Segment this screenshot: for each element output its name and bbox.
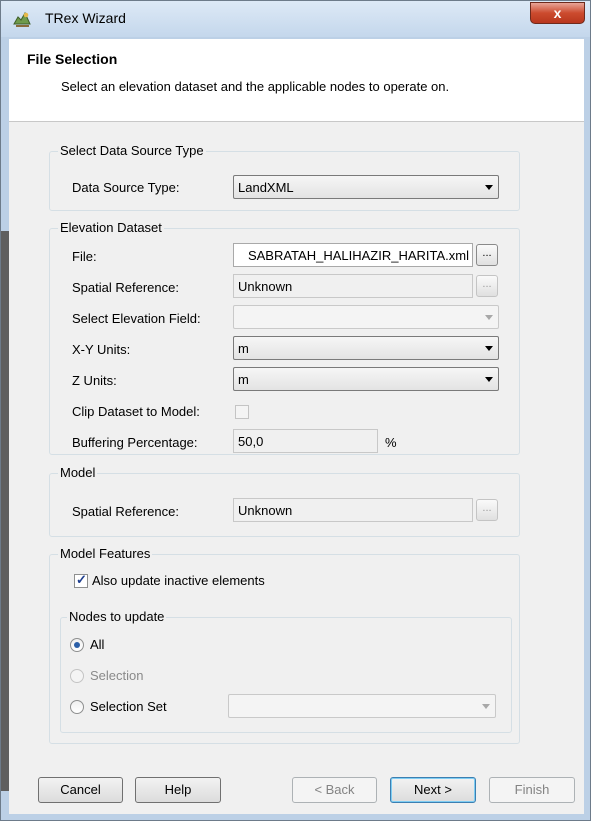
back-button: < Back xyxy=(292,777,377,803)
page-title: File Selection xyxy=(27,51,118,67)
buffering-percentage-label: Buffering Percentage: xyxy=(72,435,198,450)
z-units-dropdown[interactable]: m xyxy=(233,367,499,391)
chevron-down-icon xyxy=(482,704,490,709)
xy-units-dropdown[interactable]: m xyxy=(233,336,499,360)
percent-unit-label: % xyxy=(385,435,397,450)
help-button[interactable]: Help xyxy=(135,777,221,803)
elevation-field-dropdown xyxy=(233,305,499,329)
z-units-value: m xyxy=(238,372,249,387)
elevation-field-label: Select Elevation Field: xyxy=(72,311,201,326)
radio-selection xyxy=(70,669,84,683)
xy-units-label: X-Y Units: xyxy=(72,342,131,357)
data-source-type-label: Data Source Type: xyxy=(72,180,180,195)
clip-dataset-label: Clip Dataset to Model: xyxy=(72,404,200,419)
spatial-reference-label: Spatial Reference: xyxy=(72,280,179,295)
chevron-down-icon xyxy=(485,315,493,320)
file-browse-button[interactable]: ... xyxy=(476,244,498,266)
data-source-type-value: LandXML xyxy=(238,180,294,195)
close-icon: x xyxy=(553,5,562,21)
radio-selection-set-label: Selection Set xyxy=(90,699,167,714)
model-group-title: Model xyxy=(58,465,98,480)
chevron-down-icon xyxy=(485,185,493,190)
z-units-label: Z Units: xyxy=(72,373,117,388)
selection-set-dropdown xyxy=(228,694,496,718)
wizard-header: File Selection Select an elevation datas… xyxy=(9,39,584,122)
inactive-elements-label: Also update inactive elements xyxy=(92,573,265,588)
data-source-type-dropdown[interactable]: LandXML xyxy=(233,175,499,199)
chevron-down-icon xyxy=(485,377,493,382)
window-edge-shadow xyxy=(1,231,9,791)
buffering-percentage-field[interactable]: 50,0 xyxy=(233,429,378,453)
close-button[interactable]: x xyxy=(530,2,585,24)
window-title: TRex Wizard xyxy=(45,10,126,26)
model-features-group-title: Model Features xyxy=(58,546,153,561)
spatial-reference-field: Unknown xyxy=(233,274,473,298)
file-label: File: xyxy=(72,249,97,264)
spatial-reference-value: Unknown xyxy=(238,279,293,294)
dialog-client-area: File Selection Select an elevation datas… xyxy=(9,39,584,814)
cancel-button[interactable]: Cancel xyxy=(38,777,123,803)
elevation-dataset-group-title: Elevation Dataset xyxy=(58,220,164,235)
spatial-reference-browse-button: ... xyxy=(476,275,498,297)
chevron-down-icon xyxy=(485,346,493,351)
xy-units-value: m xyxy=(238,341,249,356)
model-spatial-reference-field: Unknown xyxy=(233,498,473,522)
finish-button: Finish xyxy=(489,777,575,803)
model-spatial-reference-label: Spatial Reference: xyxy=(72,504,179,519)
model-spatial-reference-browse-button: ... xyxy=(476,499,498,521)
file-value: SABRATAH_HALIHAZIR_HARITA.xml xyxy=(247,248,469,263)
title-bar: TRex Wizard x xyxy=(1,1,590,37)
source-type-group-title: Select Data Source Type xyxy=(58,143,206,158)
page-subtitle: Select an elevation dataset and the appl… xyxy=(61,79,450,94)
radio-selection-set[interactable] xyxy=(70,700,84,714)
clip-dataset-checkbox[interactable] xyxy=(235,405,249,419)
model-spatial-reference-value: Unknown xyxy=(238,503,293,518)
radio-all-label: All xyxy=(90,637,105,652)
radio-all[interactable] xyxy=(70,638,84,652)
next-button[interactable]: Next > xyxy=(390,777,476,803)
file-field[interactable]: SABRATAH_HALIHAZIR_HARITA.xml xyxy=(233,243,473,267)
nodes-to-update-group-title: Nodes to update xyxy=(67,609,167,624)
buffering-percentage-value: 50,0 xyxy=(238,434,264,449)
wizard-window: TRex Wizard x File Selection Select an e… xyxy=(0,0,591,821)
inactive-elements-checkbox[interactable] xyxy=(74,572,88,588)
trex-app-icon xyxy=(13,11,31,27)
radio-selection-label: Selection xyxy=(90,668,144,683)
